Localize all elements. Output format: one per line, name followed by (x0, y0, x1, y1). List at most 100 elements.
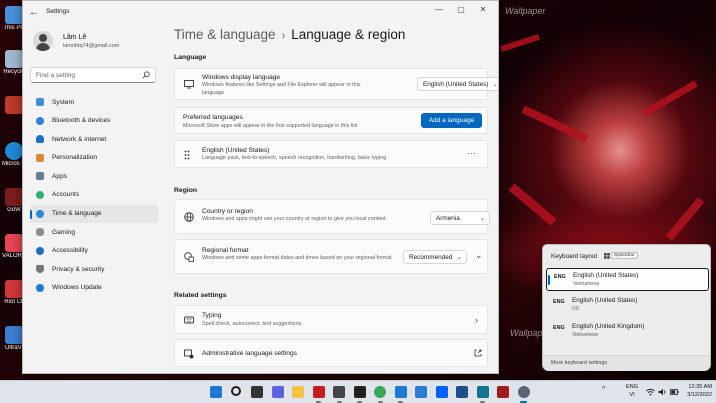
typing-card[interactable]: Typing Spell check, autocorrect, text su… (174, 305, 488, 334)
taskbar-task-view-icon[interactable] (251, 386, 263, 398)
breadcrumb-parent[interactable]: Time & language (174, 27, 276, 42)
section-heading-region: Region (174, 187, 198, 194)
sidebar-nav: System Bluetooth & devices Network & int… (30, 93, 158, 298)
country-region-title: Country or region (202, 208, 253, 215)
taskbar-dropbox-icon[interactable] (435, 386, 448, 398)
drag-handle-icon[interactable] (184, 150, 190, 160)
display-language-dropdown[interactable]: English (United States) ⌄ (417, 77, 498, 91)
keyboard-layout-option[interactable]: ENG English (United States) Vietnamese (546, 268, 709, 291)
taskbar: ^ ENG VI 12:35 AM 3/12/2022 (0, 380, 716, 403)
sidebar-item-time-language[interactable]: Time & language (30, 204, 158, 224)
taskbar-app-icon[interactable] (497, 386, 509, 398)
wallpaper-shape (500, 33, 540, 53)
riot-icon (5, 280, 23, 298)
tray-overflow-chevron[interactable]: ^ (602, 386, 605, 393)
shield-icon (36, 265, 44, 274)
language-name: English (United States) (202, 147, 270, 154)
profile-email: lamnhtq74@gmail.com (63, 43, 120, 49)
close-button[interactable]: ✕ (472, 3, 494, 17)
taskbar-app-icon[interactable] (394, 386, 407, 398)
taskbar-app-icon[interactable] (476, 386, 489, 398)
flyout-footer: More keyboard settings (543, 355, 710, 371)
taskbar-netflix-icon[interactable] (312, 386, 325, 398)
taskbar-store-icon[interactable] (415, 386, 427, 398)
display-language-description: Windows features like Settings and File … (202, 82, 361, 96)
update-icon (36, 283, 44, 292)
taskbar-search-icon[interactable] (230, 386, 241, 396)
expand-chevron-icon[interactable]: ⌄ (475, 250, 483, 261)
admin-language-settings-card[interactable]: Administrative language settings (174, 339, 488, 367)
regional-format-title: Regional format (202, 247, 249, 254)
country-region-dropdown[interactable]: Armenia ⌄ (430, 211, 490, 225)
more-options-button[interactable]: ··· (467, 149, 477, 158)
bluetooth-icon (36, 116, 44, 125)
brush-icon (36, 153, 44, 162)
taskbar-settings-icon[interactable] (517, 386, 530, 398)
volume-icon[interactable] (658, 388, 667, 396)
wallpaper-shape (521, 105, 589, 143)
valorant-icon (5, 234, 23, 252)
minimize-button[interactable]: — (428, 3, 450, 17)
maximize-button[interactable]: ▢ (450, 3, 472, 17)
apps-icon (36, 172, 44, 181)
clock-time: 12:35 AM (688, 384, 712, 390)
sidebar-item-privacy-security[interactable]: Privacy & security (30, 260, 158, 279)
wallpaper-shape (665, 197, 705, 241)
sidebar-item-windows-update[interactable]: Windows Update (30, 279, 158, 298)
title-bar[interactable]: ← Settings — ▢ ✕ (23, 1, 498, 25)
regional-format-description: Windows and some apps format dates and t… (202, 255, 392, 261)
taskbar-file-explorer-icon[interactable] (292, 386, 304, 398)
add-language-button[interactable]: Add a language (421, 113, 482, 128)
wallpaper-watermark: Wallpaper (505, 6, 546, 16)
chevron-down-icon: ⌄ (456, 254, 462, 261)
system-clock[interactable]: 12:35 AM 3/12/2022 (682, 384, 712, 399)
back-button[interactable]: ← (27, 6, 41, 20)
breadcrumb-separator: › (281, 30, 286, 42)
sidebar-item-accessibility[interactable]: Accessibility (30, 242, 158, 261)
english-us-language-row[interactable]: English (United States) Language pack, t… (174, 140, 488, 168)
taskbar-chat-icon[interactable] (271, 386, 284, 398)
section-heading-language: Language (174, 54, 207, 61)
preferred-languages-title: Preferred languages (183, 114, 243, 121)
taskbar-chrome-icon[interactable] (374, 386, 386, 398)
country-region-description: Windows and apps might use your country … (202, 216, 386, 222)
input-language-indicator[interactable]: ENG VI (625, 384, 639, 399)
keyboard-layout-option[interactable]: ENG English (United Kingdom) Vietnamese (546, 320, 709, 343)
typing-description: Spell check, autocorrect, text suggestio… (202, 321, 302, 327)
typing-title: Typing (202, 312, 222, 319)
taskbar-notion-icon[interactable] (353, 386, 366, 398)
keyboard-layout-flyout: Keyboard layout Spacebar ENG English (Un… (542, 244, 711, 371)
sidebar-item-gaming[interactable]: Gaming (30, 223, 158, 242)
taskbar-start-icon[interactable] (210, 386, 222, 398)
search-input[interactable]: Find a setting (30, 67, 156, 83)
battery-icon[interactable] (670, 388, 679, 396)
sidebar-item-apps[interactable]: Apps (30, 167, 158, 186)
taskbar-app-icon[interactable] (333, 386, 345, 398)
sidebar-item-personalization[interactable]: Personalization (30, 149, 158, 168)
regional-format-dropdown[interactable]: Recommended ⌄ (403, 250, 467, 264)
section-heading-related-settings: Related settings (174, 292, 227, 299)
sidebar-item-network-internet[interactable]: Network & internet (30, 130, 158, 149)
more-keyboard-settings-link[interactable]: More keyboard settings (551, 360, 607, 366)
display-language-card: Windows display language Windows feature… (174, 68, 498, 100)
wallpaper-shape (642, 80, 698, 117)
flyout-title: Keyboard layout (551, 253, 598, 260)
arrow-left-icon: ← (29, 7, 39, 18)
preferred-languages-card: Preferred languages Microsoft Store apps… (174, 107, 488, 134)
windows-key-icon (604, 253, 610, 259)
chevron-down-icon: ⌄ (479, 215, 485, 222)
taskbar-app-icon[interactable] (456, 386, 468, 398)
accessibility-icon (36, 246, 44, 255)
avatar (33, 31, 53, 51)
app-title: Settings (46, 8, 70, 15)
sidebar-item-accounts[interactable]: Accounts (30, 186, 158, 205)
wifi-icon[interactable] (646, 388, 655, 396)
sidebar-item-bluetooth-devices[interactable]: Bluetooth & devices (30, 112, 158, 131)
regional-format-card[interactable]: Regional format Windows and some apps fo… (174, 239, 488, 274)
keyboard-layout-option[interactable]: ENG English (United States) US (546, 294, 709, 317)
clock-date: 3/12/2022 (687, 391, 712, 398)
sidebar-item-system[interactable]: System (30, 93, 158, 112)
page-title: Language & region (291, 27, 406, 42)
regional-format-icon (184, 252, 194, 262)
language-features: Language pack, text-to-speech, speech re… (202, 155, 387, 161)
